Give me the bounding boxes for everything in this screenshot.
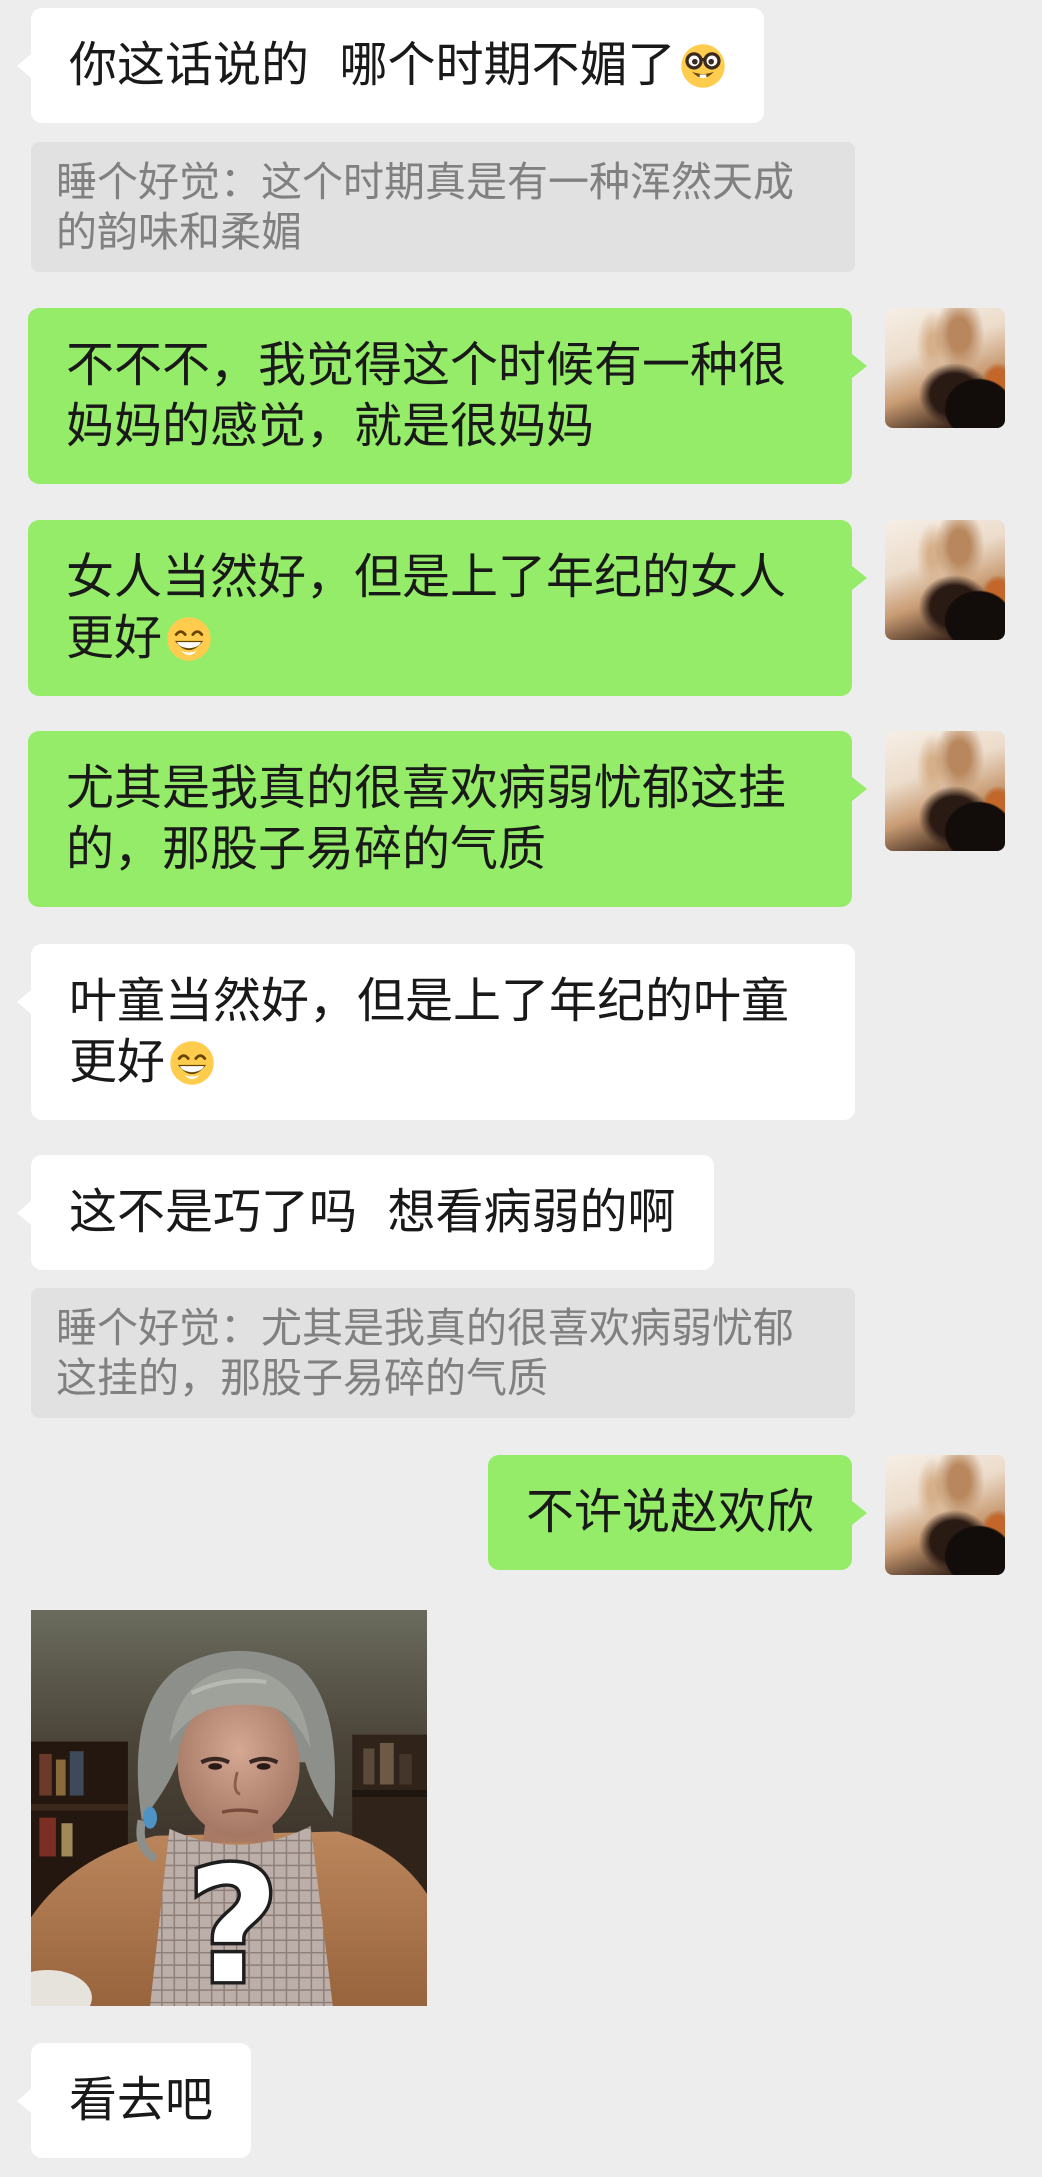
- message-bubble-sent[interactable]: 不许说赵欢欣: [487, 1455, 868, 1570]
- message-bubble-received[interactable]: 叶童当然好，但是上了年纪的叶童 更好: [17, 944, 855, 1120]
- message-bubble-sent[interactable]: 不不不，我觉得这个时候有一种很 妈妈的感觉，就是很妈妈: [28, 308, 867, 484]
- message-text-line: 你这话说的 哪个时期不媚了: [69, 35, 726, 96]
- message-text-line: 更好: [69, 1032, 817, 1093]
- sender-avatar[interactable]: [885, 520, 1005, 640]
- message-text: 你这话说的 哪个时期不媚了: [69, 37, 676, 93]
- image-message[interactable]: ?: [31, 1610, 427, 2006]
- message-bubble-sent[interactable]: 尤其是我真的很喜欢病弱忧郁这挂 的，那股子易碎的气质: [28, 731, 867, 907]
- grinning-face-emoji-icon: [170, 1041, 214, 1085]
- message-text-line: 叶童当然好，但是上了年纪的叶童: [69, 973, 790, 1029]
- question-mark-overlay: ?: [187, 1833, 279, 2006]
- message-bubble-received[interactable]: 看去吧: [16, 2043, 252, 2158]
- grinning-face-emoji-icon: [167, 617, 211, 661]
- quote-text-line: 睡个好觉：尤其是我真的很喜欢病弱忧郁: [56, 1304, 794, 1352]
- sender-avatar[interactable]: [885, 308, 1005, 428]
- message-text-line: 不不不，我觉得这个时候有一种很: [66, 337, 787, 393]
- message-text-line: 更好: [66, 608, 814, 669]
- message-bubble-sent[interactable]: 女人当然好，但是上了年纪的女人 更好: [28, 520, 867, 696]
- sender-avatar[interactable]: [885, 1455, 1005, 1575]
- message-text-line: 这不是巧了吗 想看病弱的啊: [69, 1184, 676, 1240]
- quote-text-line: 的韵味和柔媚: [56, 208, 302, 256]
- message-text: 更好: [66, 610, 163, 666]
- quote-text-line: 睡个好觉：这个时期真是有一种浑然天成: [56, 158, 794, 206]
- grinning-face-shapes: [170, 1041, 214, 1085]
- quote-text-line: 这挂的，那股子易碎的气质: [56, 1354, 548, 1402]
- message-text-line: 尤其是我真的很喜欢病弱忧郁这挂: [66, 760, 787, 816]
- message-text-line: 女人当然好，但是上了年纪的女人: [66, 549, 787, 605]
- message-text-line: 妈妈的感觉，就是很妈妈: [66, 398, 595, 454]
- message-text: 更好: [69, 1034, 166, 1090]
- quoted-message[interactable]: 睡个好觉：这个时期真是有一种浑然天成 的韵味和柔媚: [31, 142, 855, 272]
- message-text-line: 的，那股子易碎的气质: [66, 821, 547, 877]
- message-text-line: 不许说赵欢欣: [525, 1484, 814, 1540]
- quoted-message[interactable]: 睡个好觉：尤其是我真的很喜欢病弱忧郁 这挂的，那股子易碎的气质: [31, 1288, 855, 1418]
- grinning-face-shapes: [167, 617, 211, 661]
- nerd-face-shapes: [680, 44, 725, 88]
- message-bubble-received[interactable]: 你这话说的 哪个时期不媚了: [17, 8, 764, 123]
- message-text-line: 看去吧: [69, 2072, 214, 2128]
- sender-avatar[interactable]: [885, 731, 1005, 851]
- message-bubble-received[interactable]: 这不是巧了吗 想看病弱的啊: [17, 1155, 714, 1270]
- nerd-face-emoji-icon: [680, 44, 725, 88]
